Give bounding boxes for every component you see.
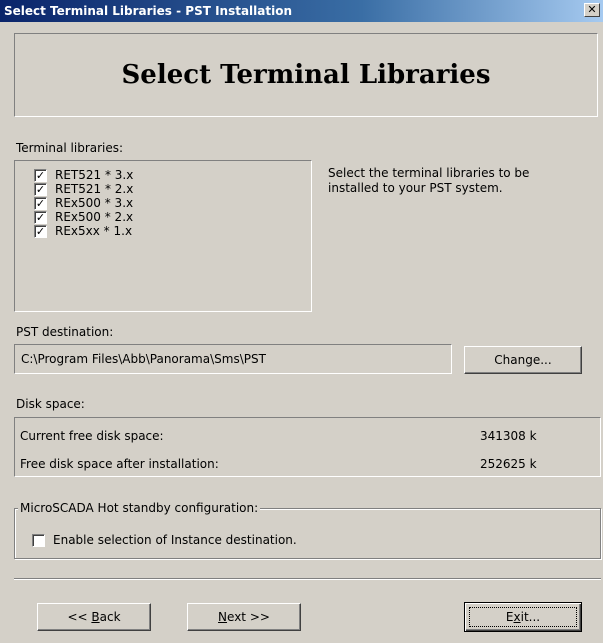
checkbox-icon[interactable]: ✓ xyxy=(34,182,47,196)
focus-ring xyxy=(469,607,577,627)
title-bar: Select Terminal Libraries - PST Installa… xyxy=(0,0,603,22)
destination-path-field: C:\Program Files\Abb\Panorama\Sms\PST xyxy=(14,344,452,374)
header-panel: Select Terminal Libraries xyxy=(14,33,598,117)
checkbox-icon[interactable]: ✓ xyxy=(34,168,47,182)
instance-destination-label: Enable selection of Instance destination… xyxy=(53,533,297,547)
separator xyxy=(14,578,601,580)
library-label: REx500 * 3.x xyxy=(55,196,134,210)
back-button[interactable]: << Back xyxy=(37,603,151,631)
hot-standby-group: MicroSCADA Hot standby configuration: En… xyxy=(14,501,601,559)
window-title: Select Terminal Libraries - PST Installa… xyxy=(4,4,293,18)
library-label: REx5xx * 1.x xyxy=(55,224,133,238)
hot-standby-legend: MicroSCADA Hot standby configuration: xyxy=(18,501,261,515)
next-label-rest: ext >> xyxy=(227,610,270,624)
next-mnemonic: N xyxy=(218,610,228,624)
close-icon[interactable]: ✕ xyxy=(584,3,600,17)
after-install-value: 252625 k xyxy=(480,457,537,471)
disk-space-label: Disk space: xyxy=(16,397,85,411)
checkbox-icon[interactable]: ✓ xyxy=(34,224,47,238)
back-label-rest: ack xyxy=(99,610,121,624)
destination-path: C:\Program Files\Abb\Panorama\Sms\PST xyxy=(21,352,266,366)
libraries-label: Terminal libraries: xyxy=(16,141,124,155)
back-label-prefix: << xyxy=(67,610,92,624)
current-free-value: 341308 k xyxy=(480,429,537,443)
list-item[interactable]: ✓ REx500 * 3.x xyxy=(34,196,311,210)
library-label: RET521 * 2.x xyxy=(55,182,134,196)
library-label: REx500 * 2.x xyxy=(55,210,134,224)
disk-space-panel: Current free disk space: 341308 k Free d… xyxy=(14,417,601,477)
after-install-label: Free disk space after installation: xyxy=(20,457,219,471)
checkbox-icon[interactable] xyxy=(32,533,45,547)
next-button[interactable]: Next >> xyxy=(187,603,301,631)
back-mnemonic: B xyxy=(91,610,100,624)
exit-button[interactable]: Ex it... xyxy=(464,602,582,632)
checkbox-icon[interactable]: ✓ xyxy=(34,196,47,210)
list-item[interactable]: ✓ REx5xx * 1.x xyxy=(34,224,311,238)
libraries-list: ✓ RET521 * 3.x ✓ RET521 * 2.x ✓ REx500 *… xyxy=(14,160,312,312)
list-item[interactable]: ✓ RET521 * 2.x xyxy=(34,182,311,196)
change-button[interactable]: Change... xyxy=(464,346,582,374)
page-title: Select Terminal Libraries xyxy=(121,60,491,90)
list-item[interactable]: ✓ RET521 * 3.x xyxy=(34,168,311,182)
destination-label: PST destination: xyxy=(16,325,114,339)
list-item[interactable]: ✓ REx500 * 2.x xyxy=(34,210,311,224)
current-free-label: Current free disk space: xyxy=(20,429,164,443)
libraries-description: Select the terminal libraries to be inst… xyxy=(328,166,530,195)
library-label: RET521 * 3.x xyxy=(55,168,134,182)
checkbox-icon[interactable]: ✓ xyxy=(34,210,47,224)
instance-destination-option[interactable]: Enable selection of Instance destination… xyxy=(32,533,297,547)
